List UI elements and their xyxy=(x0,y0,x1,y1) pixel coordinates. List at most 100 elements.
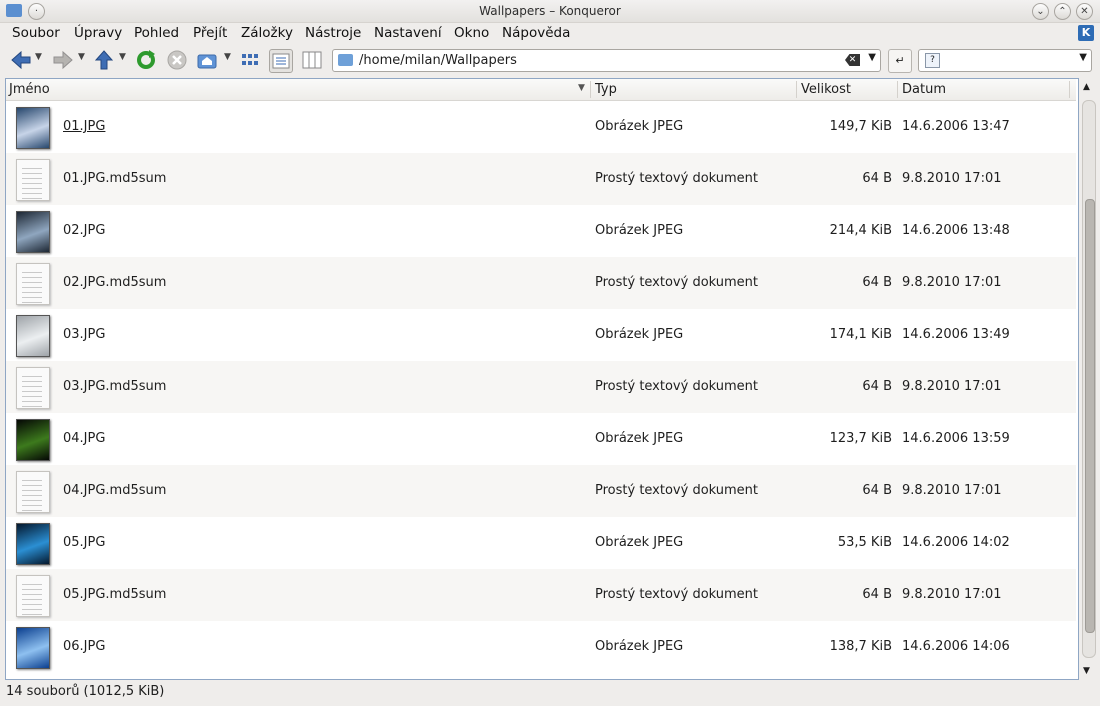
file-type: Prostý textový dokument xyxy=(595,587,759,602)
file-name[interactable]: 04.JPG.md5sum xyxy=(63,483,166,498)
menu-soubor[interactable]: Soubor xyxy=(12,25,60,41)
file-name[interactable]: 03.JPG xyxy=(63,327,105,342)
image-thumbnail-icon[interactable] xyxy=(16,419,50,461)
image-thumbnail-icon[interactable] xyxy=(16,315,50,357)
file-name[interactable]: 01.JPG xyxy=(63,119,105,134)
location-history-dropdown-icon[interactable]: ▼ xyxy=(868,52,876,63)
file-name[interactable]: 01.JPG.md5sum xyxy=(63,171,166,186)
image-thumbnail-icon[interactable] xyxy=(16,523,50,565)
back-arrow-icon[interactable] xyxy=(10,49,32,71)
column-separator[interactable] xyxy=(1069,81,1070,98)
file-list-view[interactable]: Jméno ▼ Typ Velikost Datum 01.JPG Obrázek… xyxy=(5,78,1079,680)
file-type: Obrázek JPEG xyxy=(595,639,684,654)
search-field[interactable]: ? ▼ xyxy=(918,49,1092,72)
file-row[interactable]: 03.JPG.md5sum Prostý textový dokument 64 B… xyxy=(6,361,1076,413)
file-row[interactable]: 01.JPG Obrázek JPEG 149,7 KiB 14.6.2006 13:… xyxy=(6,101,1076,153)
file-name[interactable]: 05.JPG.md5sum xyxy=(63,587,166,602)
file-type: Prostý textový dokument xyxy=(595,483,759,498)
text-document-icon[interactable] xyxy=(16,263,50,305)
file-type: Prostý textový dokument xyxy=(595,379,759,394)
menu-upravy[interactable]: Úpravy xyxy=(74,25,122,41)
status-bar: 14 souborů (1012,5 KiB) xyxy=(6,684,165,699)
scroll-track[interactable] xyxy=(1082,100,1096,658)
file-name[interactable]: 02.JPG xyxy=(63,223,105,238)
image-thumbnail-icon[interactable] xyxy=(16,627,50,669)
up-dropdown-icon[interactable]: ▼ xyxy=(119,52,126,62)
file-date: 14.6.2006 14:02 xyxy=(902,535,1010,550)
file-name[interactable]: 06.JPG xyxy=(63,639,105,654)
forward-history-dropdown-icon[interactable]: ▼ xyxy=(78,52,85,62)
column-separator[interactable] xyxy=(796,81,797,98)
scroll-thumb[interactable] xyxy=(1085,199,1095,633)
file-row[interactable]: 06.JPG Obrázek JPEG 138,7 KiB 14.6.2006 14:… xyxy=(6,621,1076,673)
text-document-icon[interactable] xyxy=(16,367,50,409)
forward-arrow-icon[interactable] xyxy=(52,49,74,71)
file-date: 9.8.2010 17:01 xyxy=(902,379,1002,394)
file-size: 64 B xyxy=(862,483,892,498)
file-size: 64 B xyxy=(862,587,892,602)
menu-nastaveni[interactable]: Nastavení xyxy=(374,25,442,41)
column-separator[interactable] xyxy=(897,81,898,98)
file-date: 14.6.2006 14:06 xyxy=(902,639,1010,654)
menu-nastroje[interactable]: Nástroje xyxy=(305,25,361,41)
search-dropdown-icon[interactable]: ▼ xyxy=(1079,52,1087,63)
details-view-icon[interactable] xyxy=(269,49,293,73)
reload-icon[interactable] xyxy=(135,49,157,71)
sort-descending-icon: ▼ xyxy=(578,83,585,93)
file-date: 14.6.2006 13:49 xyxy=(902,327,1010,342)
location-path[interactable]: /home/milan/Wallpapers xyxy=(359,53,517,68)
menu-prejit[interactable]: Přejít xyxy=(193,25,227,41)
file-row[interactable]: 02.JPG Obrázek JPEG 214,4 KiB 14.6.2006 13:… xyxy=(6,205,1076,257)
file-row[interactable]: 05.JPG Obrázek JPEG 53,5 KiB 14.6.2006 14:0… xyxy=(6,517,1076,569)
column-type-header[interactable]: Typ xyxy=(595,82,617,97)
file-row[interactable]: 03.JPG Obrázek JPEG 174,1 KiB 14.6.2006 13:… xyxy=(6,309,1076,361)
column-name-header[interactable]: Jméno xyxy=(9,82,50,97)
file-size: 214,4 KiB xyxy=(829,223,892,238)
menu-pohled[interactable]: Pohled xyxy=(134,25,179,41)
file-name[interactable]: 04.JPG xyxy=(63,431,105,446)
scroll-up-icon[interactable]: ▲ xyxy=(1083,82,1090,92)
home-dropdown-icon[interactable]: ▼ xyxy=(224,52,231,62)
column-size-header[interactable]: Velikost xyxy=(801,82,851,97)
close-button[interactable]: ✕ xyxy=(1076,3,1093,20)
go-button[interactable]: ↵ xyxy=(888,49,912,73)
stop-icon[interactable] xyxy=(166,49,188,71)
image-thumbnail-icon[interactable] xyxy=(16,107,50,149)
text-document-icon[interactable] xyxy=(16,159,50,201)
text-document-icon[interactable] xyxy=(16,575,50,617)
column-separator[interactable] xyxy=(590,81,591,98)
home-icon[interactable] xyxy=(196,49,218,71)
file-size: 138,7 KiB xyxy=(829,639,892,654)
file-name[interactable]: 02.JPG.md5sum xyxy=(63,275,166,290)
maximize-button[interactable]: ⌃ xyxy=(1054,3,1071,20)
up-arrow-icon[interactable] xyxy=(93,49,115,71)
back-history-dropdown-icon[interactable]: ▼ xyxy=(35,52,42,62)
main-toolbar: ▼ ▼ ▼ ▼ /home/milan/Wallpapers ✕ ▼ ↵ ? ▼ xyxy=(0,45,1100,76)
kde-logo-icon: K xyxy=(1078,25,1094,41)
search-provider-icon[interactable]: ? xyxy=(925,53,940,68)
file-size: 53,5 KiB xyxy=(837,535,892,550)
menu-zalozky[interactable]: Záložky xyxy=(241,25,293,41)
scroll-down-icon[interactable]: ▼ xyxy=(1083,666,1090,676)
location-bar[interactable]: /home/milan/Wallpapers ✕ ▼ xyxy=(332,49,881,72)
file-date: 9.8.2010 17:01 xyxy=(902,171,1002,186)
file-type: Prostý textový dokument xyxy=(595,275,759,290)
file-name[interactable]: 05.JPG xyxy=(63,535,105,550)
columns-view-icon[interactable] xyxy=(301,49,323,71)
clear-location-icon[interactable]: ✕ xyxy=(845,54,860,66)
menu-okno[interactable]: Okno xyxy=(454,25,489,41)
file-name[interactable]: 03.JPG.md5sum xyxy=(63,379,166,394)
text-document-icon[interactable] xyxy=(16,471,50,513)
file-row[interactable]: 04.JPG.md5sum Prostý textový dokument 64 B… xyxy=(6,465,1076,517)
minimize-button[interactable]: ⌄ xyxy=(1032,3,1049,20)
image-thumbnail-icon[interactable] xyxy=(16,211,50,253)
title-bar: · Wallpapers – Konqueror ⌄ ⌃ ✕ xyxy=(0,0,1100,23)
file-row[interactable]: 04.JPG Obrázek JPEG 123,7 KiB 14.6.2006 13:… xyxy=(6,413,1076,465)
file-row[interactable]: 01.JPG.md5sum Prostý textový dokument 64 B… xyxy=(6,153,1076,205)
icon-view-icon[interactable] xyxy=(239,49,261,71)
menu-napoveda[interactable]: Nápověda xyxy=(502,25,570,41)
vertical-scrollbar[interactable]: ▲ ▼ xyxy=(1080,78,1096,678)
file-row[interactable]: 05.JPG.md5sum Prostý textový dokument 64 B… xyxy=(6,569,1076,621)
file-row[interactable]: 02.JPG.md5sum Prostý textový dokument 64 B… xyxy=(6,257,1076,309)
column-date-header[interactable]: Datum xyxy=(902,82,946,97)
